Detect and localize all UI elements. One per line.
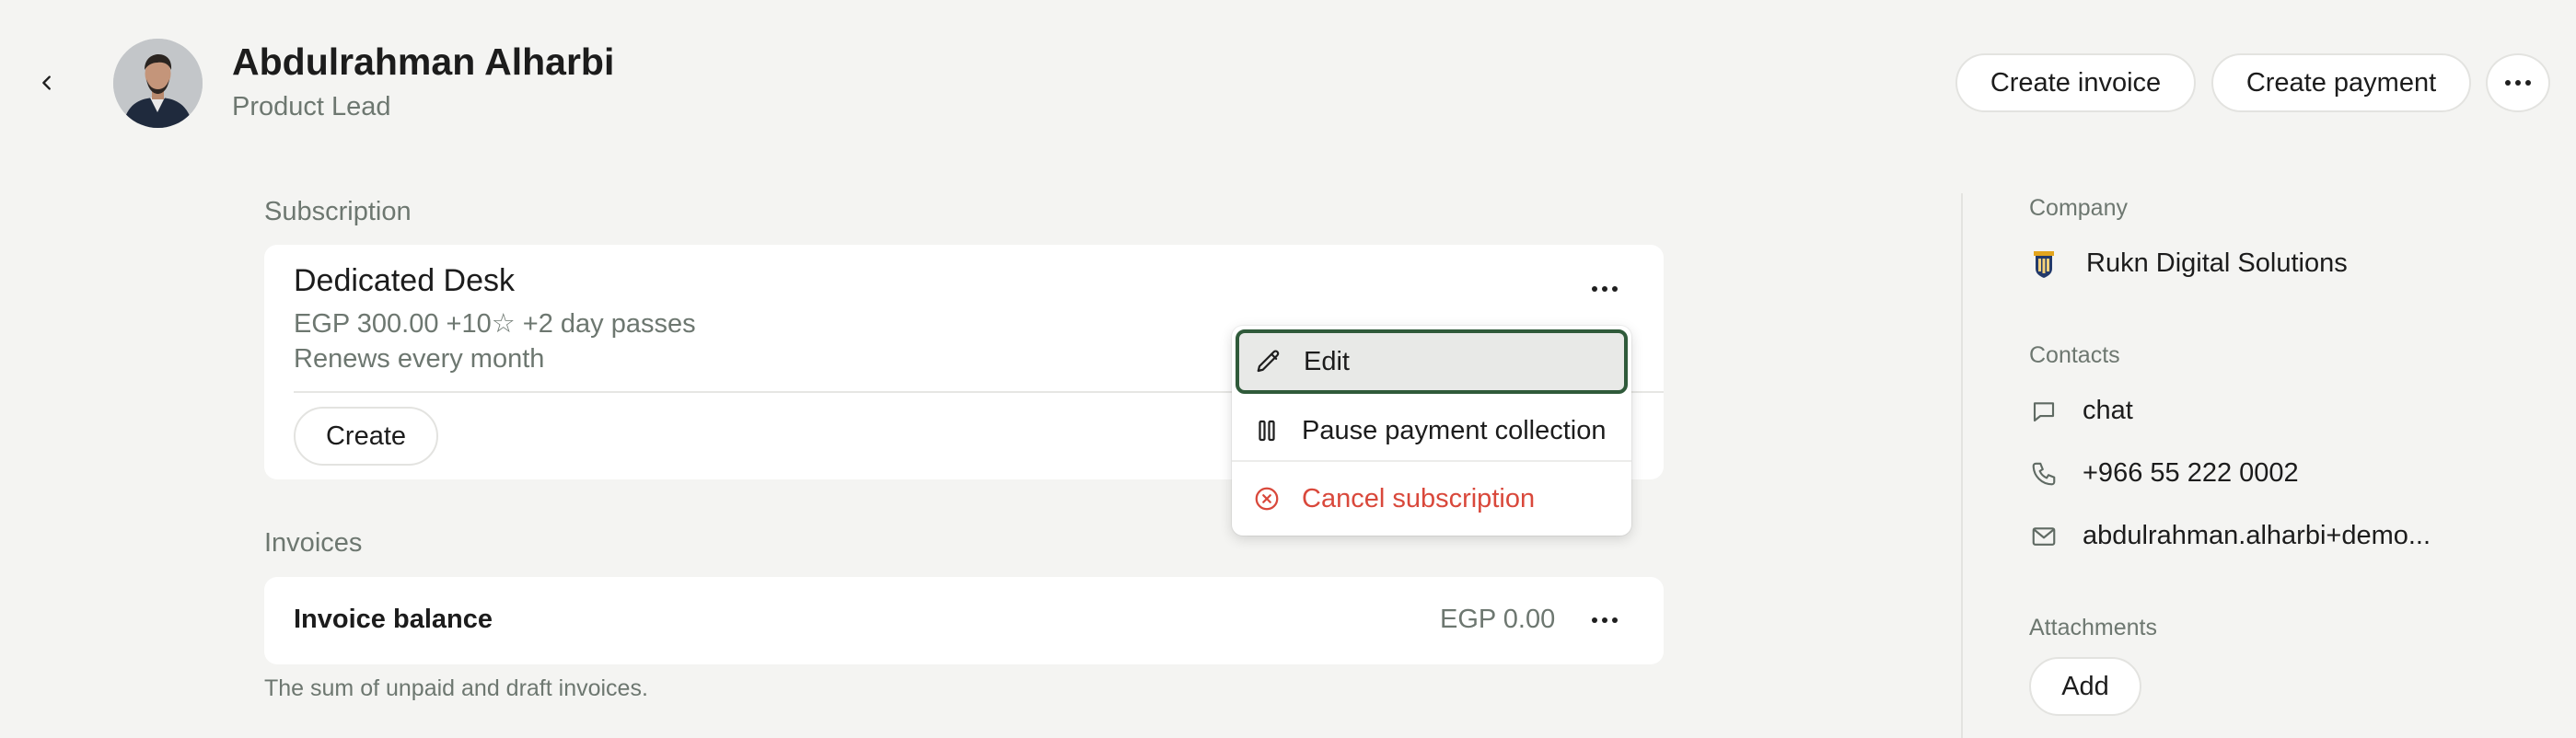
menu-item-pause-payment-collection[interactable]: Pause payment collection bbox=[1232, 401, 1631, 460]
invoices-section-label: Invoices bbox=[264, 528, 363, 558]
contact-email-address: abdulrahman.alharbi+demo... bbox=[2083, 521, 2431, 550]
invoice-balance-note: The sum of unpaid and draft invoices. bbox=[264, 675, 648, 701]
pause-icon bbox=[1252, 416, 1282, 445]
contact-chat-label: chat bbox=[2083, 396, 2133, 425]
subscription-renewal: Renews every month bbox=[294, 344, 545, 374]
subscription-actions-menu: Edit Pause payment collection Cancel sub… bbox=[1232, 326, 1631, 536]
back-button[interactable] bbox=[33, 64, 61, 101]
phone-icon bbox=[2029, 459, 2059, 489]
invoice-balance-label: Invoice balance bbox=[294, 605, 493, 634]
header-more-button[interactable] bbox=[2486, 53, 2550, 112]
x-circle-icon bbox=[1252, 484, 1282, 513]
company-label: Company bbox=[2029, 195, 2128, 221]
contacts-label: Contacts bbox=[2029, 342, 2120, 368]
menu-item-label: Pause payment collection bbox=[1302, 415, 1607, 445]
more-horizontal-icon bbox=[1582, 272, 1628, 306]
company-name: Rukn Digital Solutions bbox=[2086, 248, 2348, 278]
customer-name: Abdulrahman Alharbi bbox=[232, 40, 615, 83]
company-logo-icon bbox=[2029, 249, 2059, 279]
more-horizontal-icon bbox=[2505, 80, 2531, 86]
menu-item-label: Cancel subscription bbox=[1302, 483, 1536, 513]
pencil-icon bbox=[1254, 347, 1283, 376]
invoice-more-button[interactable] bbox=[1582, 604, 1628, 637]
add-attachment-button[interactable]: Add bbox=[2029, 657, 2141, 716]
create-button[interactable]: Create bbox=[294, 407, 438, 466]
subscription-section-label: Subscription bbox=[264, 197, 412, 226]
subscription-title: Dedicated Desk bbox=[294, 263, 516, 298]
avatar bbox=[113, 39, 203, 128]
company-link[interactable]: Rukn Digital Solutions bbox=[2029, 248, 2348, 279]
menu-divider bbox=[1232, 460, 1631, 462]
subscription-more-button[interactable] bbox=[1582, 272, 1628, 306]
create-payment-button[interactable]: Create payment bbox=[2211, 53, 2471, 112]
contact-chat[interactable]: chat bbox=[2029, 396, 2133, 426]
invoice-balance-amount: EGP 0.00 bbox=[1440, 605, 1556, 634]
more-horizontal-icon bbox=[1582, 604, 1628, 637]
contact-email[interactable]: abdulrahman.alharbi+demo... bbox=[2029, 521, 2431, 551]
customer-role: Product Lead bbox=[232, 92, 391, 121]
contact-phone[interactable]: +966 55 222 0002 bbox=[2029, 458, 2299, 489]
chevron-left-icon bbox=[37, 73, 57, 93]
menu-item-cancel-subscription[interactable]: Cancel subscription bbox=[1232, 469, 1631, 528]
chat-bubble-icon bbox=[2029, 397, 2059, 426]
create-invoice-button[interactable]: Create invoice bbox=[1955, 53, 2196, 112]
attachments-label: Attachments bbox=[2029, 615, 2157, 640]
menu-item-edit[interactable]: Edit bbox=[1236, 329, 1628, 394]
menu-item-label: Edit bbox=[1304, 346, 1350, 376]
subscription-price: EGP 300.00 +10☆ +2 day passes bbox=[294, 309, 696, 339]
mail-icon bbox=[2029, 522, 2059, 551]
contact-phone-number: +966 55 222 0002 bbox=[2083, 458, 2299, 488]
sidebar-divider bbox=[1961, 193, 1963, 738]
